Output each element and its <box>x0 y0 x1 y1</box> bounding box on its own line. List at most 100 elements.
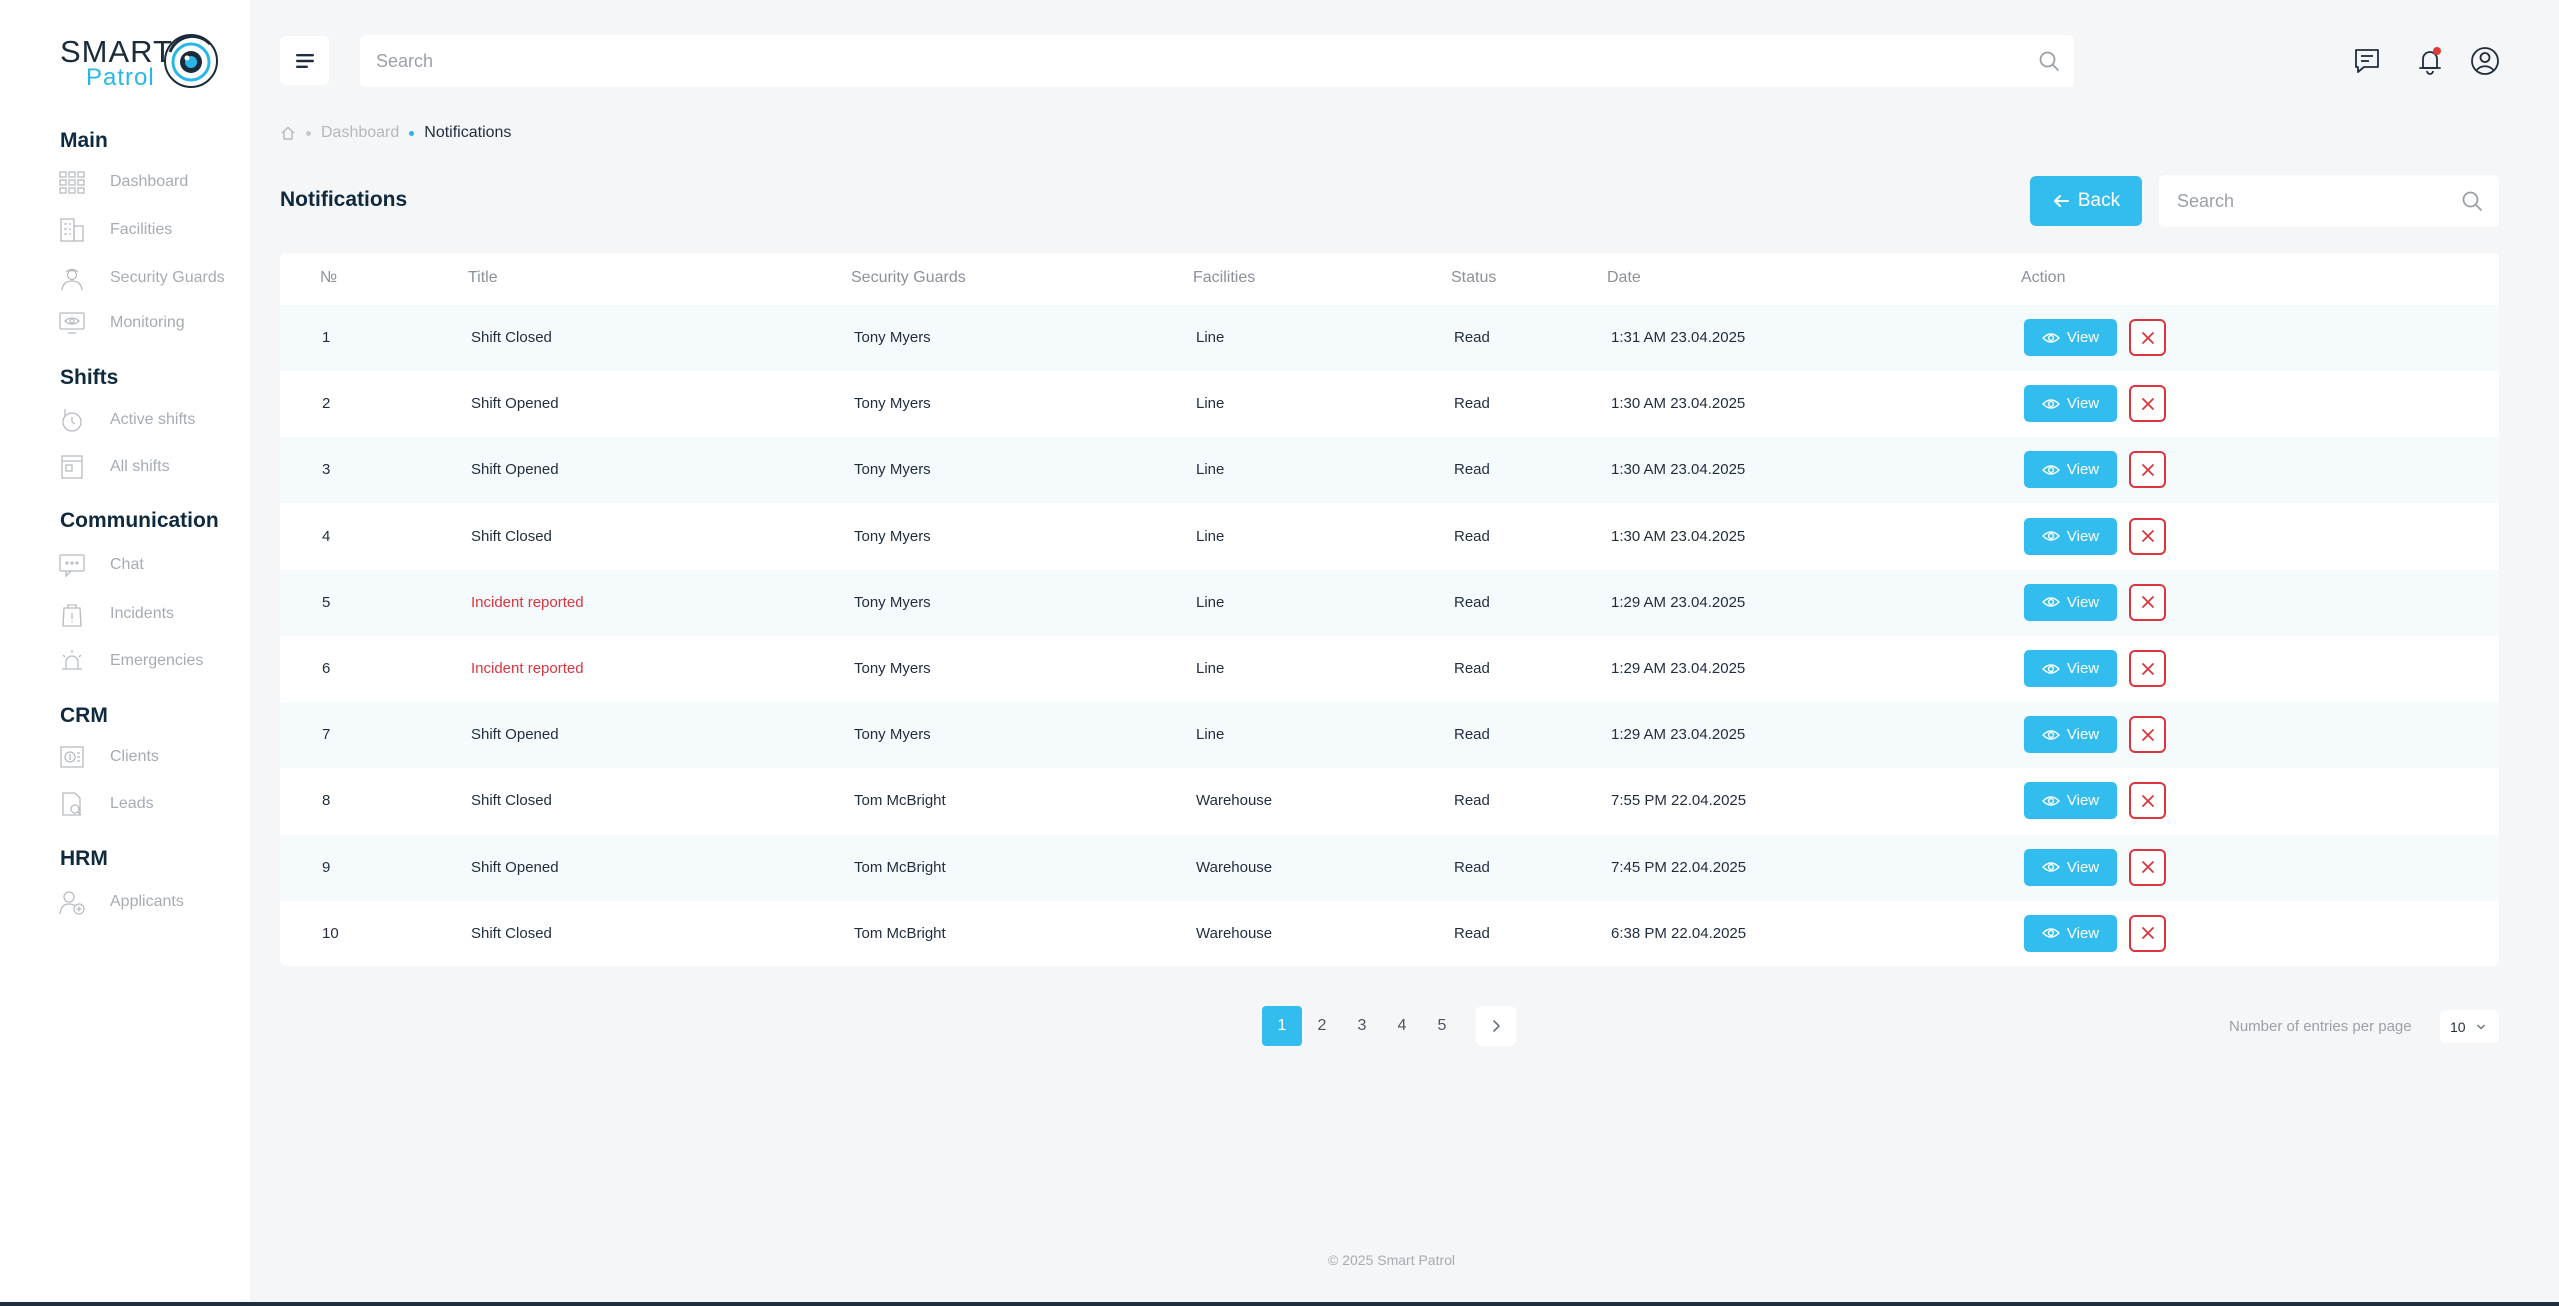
cell-security-guard: Tony Myers <box>854 593 931 611</box>
view-button-label: View <box>2066 660 2100 677</box>
view-button[interactable]: View <box>2024 451 2117 489</box>
logo[interactable]: SMART Patrol <box>58 32 222 94</box>
delete-button[interactable] <box>2129 385 2166 423</box>
page-3-button[interactable]: 3 <box>1342 1006 1382 1046</box>
delete-button[interactable] <box>2129 782 2166 820</box>
table-row[interactable]: 3 Shift Opened Tony Myers Line Read 1:30 AM 2… <box>280 437 2499 504</box>
table-row[interactable]: 7 Shift Opened Tony Myers Line Read 1:29 AM 2… <box>280 702 2499 769</box>
close-icon <box>2141 397 2154 410</box>
cell-security-guard: Tony Myers <box>854 527 931 545</box>
table-row[interactable]: 8 Shift Closed Tom McBright Warehouse Read 7:… <box>280 768 2499 834</box>
delete-button[interactable] <box>2129 319 2166 356</box>
cell-title: Shift Closed <box>471 924 552 942</box>
page-1-button[interactable]: 1 <box>1262 1006 1302 1046</box>
table-row[interactable]: 10 Shift Closed Tom McBright Warehouse Read 6… <box>280 901 2499 966</box>
table-search-input[interactable] <box>2159 175 2499 227</box>
logo-eye-icon <box>164 34 218 88</box>
sidebar-item-all-shifts[interactable]: All shifts <box>58 451 170 483</box>
view-button[interactable]: View <box>2024 650 2117 687</box>
cell-facility: Warehouse <box>1196 792 1273 810</box>
col-header-number: № <box>320 269 338 286</box>
next-page-button[interactable] <box>1476 1006 1516 1046</box>
breadcrumb-separator <box>409 130 415 136</box>
cell-security-guard: Tony Myers <box>854 329 931 346</box>
col-header-security-guards: Security Guards <box>851 269 966 286</box>
sidebar-item-dashboard[interactable]: Dashboard <box>58 166 188 198</box>
entries-per-page-select[interactable]: 10 <box>2440 1010 2499 1043</box>
breadcrumb-dashboard-link[interactable]: Dashboard <box>321 124 399 142</box>
close-icon <box>2141 463 2154 476</box>
sidebar-item-chat[interactable]: Chat <box>58 549 144 581</box>
sidebar-item-label: Active shifts <box>110 411 196 428</box>
cell-title: Shift Opened <box>471 858 559 876</box>
notifications-table: № Title Security Guards Facilities Statu… <box>280 253 2499 966</box>
delete-button[interactable] <box>2129 914 2166 952</box>
delete-button[interactable] <box>2129 451 2166 489</box>
global-search-input[interactable] <box>360 35 2074 87</box>
cell-title: Shift Closed <box>471 527 552 545</box>
view-button[interactable]: View <box>2024 848 2117 886</box>
entries-per-page-label: Number of entries per page <box>2229 1018 2412 1035</box>
sidebar-item-leads[interactable]: Leads <box>58 788 154 820</box>
table-row[interactable]: 9 Shift Opened Tom McBright Warehouse Read 7:… <box>280 834 2499 901</box>
page-4-button[interactable]: 4 <box>1382 1006 1422 1046</box>
sidebar-item-incidents[interactable]: Incidents <box>58 598 174 630</box>
guard-icon <box>58 264 86 292</box>
sidebar-item-label: Facilities <box>110 221 173 238</box>
cell-number: 3 <box>322 461 331 479</box>
delete-button[interactable] <box>2129 583 2166 621</box>
nav-section-main: Main <box>60 129 108 152</box>
page-5-button[interactable]: 5 <box>1422 1006 1462 1046</box>
eye-icon <box>2041 927 2060 939</box>
sidebar-item-security-guards[interactable]: Security Guards <box>58 262 225 294</box>
cell-number: 9 <box>322 858 331 876</box>
sidebar-item-label: Applicants <box>110 893 184 910</box>
view-button[interactable]: View <box>2024 914 2117 952</box>
view-button[interactable]: View <box>2024 517 2117 555</box>
view-button-label: View <box>2066 792 2100 810</box>
cell-status: Read <box>1454 726 1490 744</box>
user-profile-icon[interactable] <box>2468 44 2502 78</box>
table-row[interactable]: 1 Shift Closed Tony Myers Line Read 1:31 AM 2… <box>280 305 2499 371</box>
search-icon[interactable] <box>2038 50 2060 72</box>
table-row[interactable]: 6 Incident reported Tony Myers Line Read 1:29… <box>280 636 2499 702</box>
sidebar-item-emergencies[interactable]: Emergencies <box>58 645 203 677</box>
delete-button[interactable] <box>2129 650 2166 687</box>
col-header-status: Status <box>1451 269 1497 286</box>
view-button[interactable]: View <box>2024 319 2117 356</box>
logo-word-patrol: Patrol <box>86 64 155 91</box>
view-button[interactable]: View <box>2024 716 2117 754</box>
chat-icon <box>58 551 86 579</box>
view-button[interactable]: View <box>2024 782 2117 820</box>
sidebar-item-monitoring[interactable]: Monitoring <box>58 307 185 339</box>
sidebar-item-label: Dashboard <box>110 173 189 190</box>
view-button[interactable]: View <box>2024 583 2117 621</box>
view-button[interactable]: View <box>2024 385 2117 423</box>
view-button-label: View <box>2066 329 2100 346</box>
eye-icon <box>2041 596 2060 608</box>
table-row[interactable]: 2 Shift Opened Tony Myers Line Read 1:30 AM 2… <box>280 371 2499 437</box>
sidebar-item-facilities[interactable]: Facilities <box>58 214 172 246</box>
clients-icon <box>58 743 86 771</box>
nav-section-shifts: Shifts <box>60 366 119 389</box>
home-icon[interactable] <box>280 125 296 141</box>
messages-icon[interactable] <box>2350 44 2384 78</box>
sidebar-item-clients[interactable]: Clients <box>58 741 159 773</box>
back-button[interactable]: Back <box>2030 176 2142 226</box>
delete-button[interactable] <box>2129 716 2166 754</box>
col-header-action: Action <box>2021 269 2066 286</box>
cell-facility: Line <box>1196 660 1225 677</box>
monitor-eye-icon <box>58 309 86 337</box>
sidebar-item-label: Incidents <box>110 605 175 622</box>
menu-toggle-button[interactable] <box>280 36 329 85</box>
page-2-button[interactable]: 2 <box>1302 1006 1342 1046</box>
cell-date: 1:29 AM 23.04.2025 <box>1611 593 1746 611</box>
notifications-bell-icon[interactable] <box>2413 44 2447 78</box>
delete-button[interactable] <box>2129 848 2166 886</box>
search-icon[interactable] <box>2461 190 2483 212</box>
delete-button[interactable] <box>2129 517 2166 555</box>
sidebar-item-active-shifts[interactable]: Active shifts <box>58 404 195 436</box>
sidebar-item-applicants[interactable]: Applicants <box>58 886 184 918</box>
table-row[interactable]: 4 Shift Closed Tony Myers Line Read 1:30 AM 2… <box>280 504 2499 570</box>
table-row[interactable]: 5 Incident reported Tony Myers Line Read 1:29… <box>280 569 2499 636</box>
